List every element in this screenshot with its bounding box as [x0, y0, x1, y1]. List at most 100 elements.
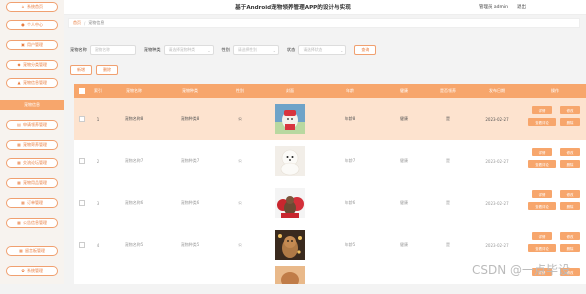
- gender-select-placeholder: 请选择性别: [237, 47, 257, 52]
- cell-adopted: 是: [446, 242, 450, 247]
- cell-date: 2023-02-27: [485, 116, 509, 122]
- cell-health: 健康: [400, 158, 408, 163]
- col-health: 健康: [400, 88, 408, 93]
- sidebar-item-label: 交流论坛管理: [23, 160, 47, 165]
- name-label: 宠物名称: [70, 47, 87, 52]
- col-adopted: 是否领养: [440, 88, 456, 93]
- review-button[interactable]: 查看评论: [528, 202, 556, 210]
- sidebar-item-system[interactable]: ✿ 系统管理: [6, 266, 58, 276]
- checkbox[interactable]: [79, 242, 85, 248]
- cell-index: 3: [96, 200, 100, 206]
- sidebar-item-home[interactable]: ⌂ 系统首页: [6, 2, 58, 12]
- sidebar-item-profile[interactable]: ● 个人中心: [6, 20, 58, 30]
- sidebar-item-pet-category[interactable]: ◆ 宠物分类管理: [6, 60, 58, 70]
- logout-link[interactable]: 退出: [517, 4, 526, 10]
- checkbox[interactable]: [79, 200, 85, 206]
- review-button[interactable]: 查看评论: [528, 244, 556, 252]
- sidebar-item-pet-info-manage[interactable]: ▲ 宠物信息管理: [6, 78, 58, 88]
- paw-icon: ▲: [17, 80, 21, 85]
- sidebar-item-pet-info[interactable]: 宠物信息: [0, 100, 64, 110]
- sidebar-item-messages[interactable]: ▦ 留言板管理: [6, 246, 58, 256]
- status-label: 状态: [286, 47, 296, 52]
- select-all-checkbox[interactable]: [74, 84, 90, 98]
- edit-button[interactable]: 修改: [560, 106, 580, 114]
- row-ops: 详情 修改 查看评论 删除: [524, 106, 586, 132]
- watermark: CSDN @一点毕设: [471, 263, 570, 277]
- tag-icon: ◆: [17, 62, 21, 67]
- sidebar-item-label: 用户管理: [27, 42, 43, 47]
- cell-health: 健康: [400, 116, 408, 121]
- cell-health: 健康: [400, 200, 408, 205]
- cell-age: 年龄5: [344, 242, 356, 247]
- edit-button[interactable]: 修改: [560, 190, 580, 198]
- row-delete-button[interactable]: 删除: [560, 160, 580, 168]
- edit-button[interactable]: 修改: [560, 148, 580, 156]
- cell-name: 宠物名称5: [124, 242, 144, 247]
- table-row[interactable]: 2 宠物名称7 宠物种类7 公 年龄7 健康 是 2023-02-27 详情 修…: [74, 140, 586, 183]
- grid-icon: ▦: [17, 180, 21, 185]
- sidebar-item-notices[interactable]: ▦ 公告信息管理: [6, 218, 58, 228]
- review-button[interactable]: 查看评论: [528, 160, 556, 168]
- table-row[interactable]: 3 宠物名称6 宠物种类6 公 年龄6 健康 是 2023-02-27 详情 修…: [74, 182, 586, 225]
- cell-cover: [262, 266, 318, 284]
- delete-button[interactable]: 删除: [96, 65, 118, 75]
- pet-cover-image: [275, 230, 305, 260]
- pet-cover-image: [275, 146, 305, 176]
- row-delete-button[interactable]: 删除: [560, 202, 580, 210]
- home-icon: ⌂: [21, 4, 25, 9]
- row-ops: 详情 修改 查看评论 删除: [524, 190, 586, 216]
- sidebar-item-users[interactable]: ▣ 用户管理: [6, 40, 58, 50]
- col-age: 年龄: [346, 88, 354, 93]
- sidebar-item-supplies[interactable]: ▦ 宠物用品管理: [6, 178, 58, 188]
- search-bar: 宠物名称 宠物名称 宠物种类 请选择宠物种类 ⌄ 性别 请选择性别 ⌄ 状态 请选择…: [70, 44, 377, 56]
- edit-button[interactable]: 修改: [560, 232, 580, 240]
- type-select[interactable]: 请选择宠物种类 ⌄: [163, 45, 214, 55]
- row-delete-button[interactable]: 删除: [560, 244, 580, 252]
- cell-name: 宠物名称8: [124, 116, 144, 121]
- cell-age: 年龄6: [344, 200, 356, 205]
- detail-button[interactable]: 详情: [532, 106, 552, 114]
- pet-cover-image: [275, 188, 305, 218]
- pet-cover-image: [275, 266, 305, 284]
- checkbox[interactable]: [79, 88, 85, 94]
- cell-adopted: 是: [446, 158, 450, 163]
- row-delete-button[interactable]: 删除: [560, 118, 580, 126]
- sidebar-item-foster[interactable]: ▦ 宠物寄养管理: [6, 140, 58, 150]
- grid-icon: ▦: [19, 248, 23, 253]
- add-button[interactable]: 新增: [70, 65, 92, 75]
- chevron-down-icon: ⌄: [272, 47, 276, 53]
- checkbox[interactable]: [79, 116, 85, 122]
- col-index: 索引: [94, 88, 102, 93]
- current-user[interactable]: 管理员 admin: [479, 4, 508, 10]
- gender-select[interactable]: 请选择性别 ⌄: [232, 45, 279, 55]
- chevron-down-icon: ⌄: [340, 47, 344, 53]
- sidebar: ⌂ 系统首页 ● 个人中心 ▣ 用户管理 ◆ 宠物分类管理 ▲ 宠物信息管理 宠物信息 ▤…: [0, 0, 64, 284]
- sidebar-item-label: 宠物信息管理: [23, 80, 47, 85]
- breadcrumb-home[interactable]: 首页: [73, 20, 81, 26]
- row-checkbox[interactable]: [74, 140, 90, 182]
- sidebar-item-forum[interactable]: ▦ 交流论坛管理: [6, 158, 58, 168]
- row-checkbox[interactable]: [74, 98, 90, 140]
- sidebar-item-label: 留言板管理: [25, 248, 45, 253]
- users-icon: ▣: [21, 42, 25, 47]
- cell-gender: 公: [238, 116, 242, 121]
- col-gender: 性别: [236, 88, 244, 93]
- detail-button[interactable]: 详情: [532, 190, 552, 198]
- cell-type: 宠物种类8: [180, 116, 200, 121]
- detail-button[interactable]: 详情: [532, 148, 552, 156]
- search-button[interactable]: 查询: [354, 45, 377, 55]
- sidebar-item-orders[interactable]: ▦ 订单管理: [6, 198, 58, 208]
- checkbox[interactable]: [79, 158, 85, 164]
- breadcrumb-current: 宠物信息: [88, 20, 105, 25]
- row-checkbox[interactable]: [74, 182, 90, 224]
- status-select[interactable]: 请选择状态 ⌄: [298, 45, 347, 55]
- table-row[interactable]: 1 宠物名称8 宠物种类8 公 年龄8 健康 是 2023-02-27 详情 修…: [74, 98, 586, 141]
- review-button[interactable]: 查看评论: [528, 118, 556, 126]
- row-checkbox[interactable]: [74, 224, 90, 266]
- detail-button[interactable]: 详情: [532, 232, 552, 240]
- cell-health: 健康: [400, 242, 408, 247]
- chevron-down-icon: ⌄: [207, 47, 211, 53]
- cell-age: 年龄8: [344, 116, 356, 121]
- name-input[interactable]: 宠物名称: [89, 45, 136, 55]
- sidebar-item-adoption[interactable]: ▤ 申请领养管理: [6, 120, 58, 130]
